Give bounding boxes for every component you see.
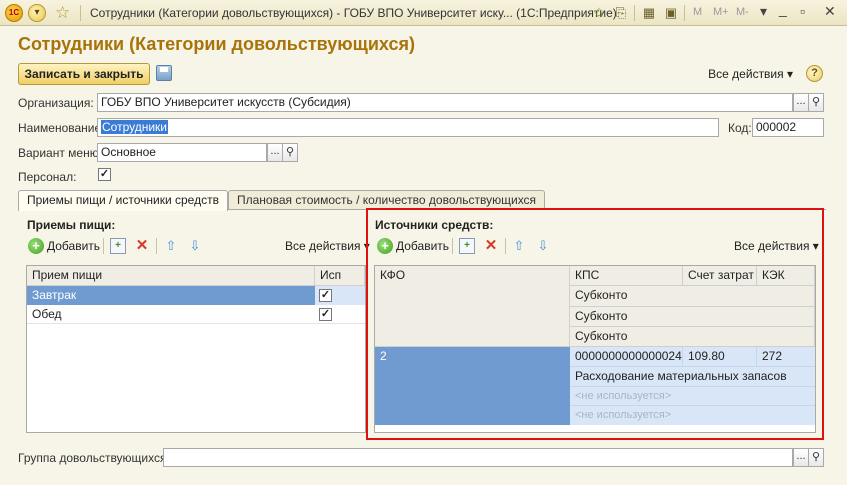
meals-all-actions-menu[interactable]: Все действия ▾ — [285, 239, 370, 253]
form-body: Сотрудники (Категории довольствующихся) … — [0, 26, 847, 485]
organization-open-icon[interactable]: ⚲ — [808, 93, 824, 112]
title-separator — [80, 5, 81, 21]
save-and-close-button[interactable]: Записать и закрыть — [18, 63, 150, 85]
table-cell: ✓ — [315, 305, 365, 324]
code-field[interactable]: 000002 — [752, 118, 824, 137]
group-open-icon[interactable]: ⚲ — [808, 448, 824, 467]
group-label: Группа довольствующихся: — [18, 451, 170, 465]
title-bar: 1С ▾ ☆ Сотрудники (Категории довольствую… — [0, 0, 847, 26]
meals-table: Прием пищи Исп Завтрак ✓ Обед ✓ — [26, 265, 366, 433]
name-field[interactable]: Сотрудники — [97, 118, 719, 137]
meal-used-checkbox[interactable]: ✓ — [319, 289, 332, 302]
meal-used-checkbox[interactable]: ✓ — [319, 308, 332, 321]
meals-col-used[interactable]: Исп — [315, 266, 365, 286]
copy-meal-icon[interactable]: + — [110, 238, 126, 254]
menu-variant-label: Вариант меню: — [18, 146, 103, 160]
all-actions-menu[interactable]: Все действия ▾ — [708, 67, 793, 81]
memory-mminus-button[interactable]: M- — [736, 6, 749, 18]
meals-col-name[interactable]: Прием пищи — [27, 266, 315, 286]
title-separator — [634, 5, 635, 21]
menu-variant-select-button[interactable]: ... — [267, 143, 283, 162]
window-menu-icon[interactable]: ▾ — [760, 3, 767, 20]
add-meal-icon[interactable]: + — [28, 238, 44, 254]
name-label: Наименование: — [18, 121, 105, 135]
highlight-frame — [366, 208, 824, 440]
table-row[interactable]: Завтрак — [27, 286, 315, 305]
move-down-meal-icon[interactable]: ⇩ — [187, 238, 203, 254]
add-meal-button[interactable]: Добавить — [47, 239, 100, 253]
code-label: Код: — [728, 121, 752, 135]
app-logo-icon[interactable]: 1С — [5, 4, 23, 22]
toolbar-separator — [103, 238, 104, 254]
window-title: Сотрудники (Категории довольствующихся) … — [90, 6, 617, 20]
organization-field[interactable]: ГОБУ ВПО Университет искусств (Субсидия) — [97, 93, 793, 112]
save-disk-icon[interactable] — [156, 65, 172, 81]
menu-variant-field[interactable]: Основное — [97, 143, 267, 162]
organization-select-button[interactable]: ... — [793, 93, 809, 112]
group-field[interactable] — [163, 448, 793, 467]
move-up-meal-icon[interactable]: ⇧ — [163, 238, 179, 254]
title-separator — [684, 5, 685, 21]
menu-variant-open-icon[interactable]: ⚲ — [282, 143, 298, 162]
calendar-icon[interactable]: ▣ — [662, 4, 680, 22]
organization-label: Организация: — [18, 96, 94, 110]
memory-mplus-button[interactable]: M+ — [713, 6, 729, 18]
minimize-icon[interactable]: _ — [779, 1, 787, 17]
add-favorite-icon[interactable]: ✩ — [590, 4, 608, 22]
page-title: Сотрудники (Категории довольствующихся) — [18, 34, 415, 54]
table-row[interactable]: Обед — [27, 305, 315, 324]
maximize-icon[interactable]: ▫ — [800, 3, 805, 19]
toolbar-separator — [156, 238, 157, 254]
main-menu-icon[interactable]: ▾ — [28, 4, 46, 22]
tab-planned-cost[interactable]: Плановая стоимость / количество довольст… — [228, 190, 546, 210]
calculator-icon[interactable]: ▦ — [640, 4, 658, 22]
delete-meal-icon[interactable]: ✕ — [134, 238, 150, 254]
favorite-star-icon[interactable]: ☆ — [55, 3, 70, 23]
history-icon[interactable]: ⎘ — [612, 4, 630, 22]
memory-m-button[interactable]: M — [693, 6, 702, 18]
table-cell: ✓ — [315, 286, 365, 305]
name-field-text: Сотрудники — [101, 120, 168, 134]
personal-label: Персонал: — [18, 170, 77, 184]
help-icon[interactable]: ? — [806, 65, 823, 82]
close-icon[interactable]: ✕ — [824, 3, 836, 20]
tab-meals-sources[interactable]: Приемы пищи / источники средств — [18, 190, 228, 211]
meals-section-title: Приемы пищи: — [27, 218, 116, 232]
personal-checkbox[interactable]: ✓ — [98, 168, 111, 181]
group-select-button[interactable]: ... — [793, 448, 809, 467]
